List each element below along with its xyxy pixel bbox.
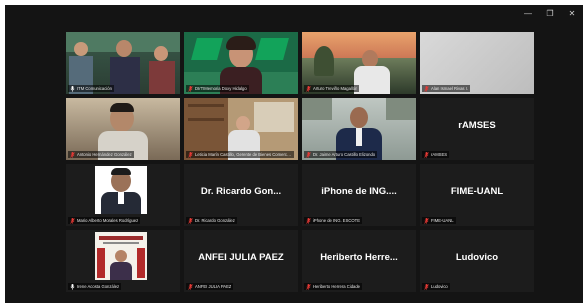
mic-muted-icon[interactable] — [424, 151, 429, 158]
participant-tile[interactable]: Ludovico Ludovico — [420, 230, 534, 292]
participant-name: Mario Alberto Morales Rodríguez — [77, 218, 139, 223]
participant-name: Irene Acosta González — [77, 284, 120, 289]
participant-tile[interactable]: FIME-UANL FIME-UANL — [420, 164, 534, 226]
mic-muted-icon[interactable] — [424, 85, 429, 92]
participant-tile[interactable]: Arturo Treviño Magallón — [302, 32, 416, 94]
participant-name-label: Mario Alberto Morales Rodríguez — [68, 217, 141, 224]
mic-muted-icon[interactable] — [188, 85, 193, 92]
participant-display-name: Heriberto Herre... — [320, 252, 398, 263]
participant-name: DIrTIMemoria Doxy Hidalgo — [195, 86, 247, 91]
participant-display-name: Dr. Ricardo Gon... — [200, 186, 282, 197]
participant-name-label: ANFEI JULIA PAEZ — [186, 283, 234, 290]
participant-name-label: ITM Comunicación — [68, 85, 114, 92]
participant-name-label: DIrTIMemoria Doxy Hidalgo — [186, 85, 249, 92]
mic-icon[interactable] — [70, 85, 75, 92]
mic-icon[interactable] — [70, 283, 75, 290]
participant-name-label: Dr. Jaime Arturo Castillo Elizondo — [304, 151, 378, 158]
participant-display-name: FIME-UANL — [450, 186, 504, 197]
mic-muted-icon[interactable] — [188, 151, 193, 158]
participant-tile[interactable]: Dr. Ricardo Gon... Dr. Ricardo González — [184, 164, 298, 226]
participant-display-name: Ludovico — [455, 252, 499, 263]
minimize-icon[interactable]: — — [523, 9, 533, 19]
mic-muted-icon[interactable] — [306, 85, 311, 92]
participant-name-label: iPhone de ING. ESCOTE — [304, 217, 363, 224]
participant-name-label: Leticia Marín Castillo, Gerente de Biene… — [186, 151, 294, 158]
participant-name-label: Arturo Treviño Magallón — [304, 85, 360, 92]
meeting-window: — ❐ ✕ ITM Comunicación DIrTIMemoria Doxy … — [5, 5, 583, 303]
participant-tile[interactable]: Dr. Jaime Arturo Castillo Elizondo — [302, 98, 416, 160]
mic-muted-icon[interactable] — [70, 151, 75, 158]
participant-name: FIME-UANL — [431, 218, 454, 223]
participant-name-label: Irene Acosta González — [68, 283, 122, 290]
participant-name: Heriberto Herrera Cidade — [313, 284, 361, 289]
participant-name: Dr. Jaime Arturo Castillo Elizondo — [313, 152, 376, 157]
participant-name: Ludovico — [431, 284, 448, 289]
participant-name: iPhone de ING. ESCOTE — [313, 218, 361, 223]
participant-tile[interactable]: Mario Alberto Morales Rodríguez — [66, 164, 180, 226]
window-controls: — ❐ ✕ — [523, 9, 577, 19]
participant-tile[interactable]: ANFEI JULIA PAEZ ANFEI JULIA PAEZ — [184, 230, 298, 292]
participant-name-label: Ludovico — [422, 283, 450, 290]
restore-icon[interactable]: ❐ — [545, 9, 555, 19]
participant-tile[interactable]: DIrTIMemoria Doxy Hidalgo — [184, 32, 298, 94]
participant-name-label: rAMSES — [422, 151, 450, 158]
participant-tile[interactable]: Heriberto Herre... Heriberto Herrera Cida… — [302, 230, 416, 292]
participant-display-name: ANFEI JULIA PAEZ — [198, 252, 284, 263]
mic-muted-icon[interactable] — [70, 217, 75, 224]
mic-muted-icon[interactable] — [424, 217, 429, 224]
participant-display-name: rAMSES — [458, 120, 496, 131]
participant-name: rAMSES — [431, 152, 448, 157]
mic-muted-icon[interactable] — [306, 151, 311, 158]
participant-name-label: Heriberto Herrera Cidade — [304, 283, 363, 290]
participant-tile[interactable]: Irene Acosta González — [66, 230, 180, 292]
participant-tile[interactable]: Leticia Marín Castillo, Gerente de Biene… — [184, 98, 298, 160]
participant-name-label: Antonio Hernández González — [68, 151, 134, 158]
participant-name: Leticia Marín Castillo, Gerente de Biene… — [195, 152, 292, 157]
participant-display-name: iPhone de ING.... — [321, 186, 397, 197]
participant-name: Antonio Hernández González — [77, 152, 132, 157]
participant-tile[interactable]: ITM Comunicación — [66, 32, 180, 94]
participant-tile[interactable]: Antonio Hernández González — [66, 98, 180, 160]
mic-muted-icon[interactable] — [188, 283, 193, 290]
participant-name: ITM Comunicación — [77, 86, 112, 91]
participant-name: Dr. Ricardo González — [195, 218, 235, 223]
participant-name: ANFEI JULIA PAEZ — [195, 284, 232, 289]
participant-tile[interactable]: iPhone de ING.... iPhone de ING. ESCOTE — [302, 164, 416, 226]
mic-muted-icon[interactable] — [306, 283, 311, 290]
participant-name: Arturo Treviño Magallón — [313, 86, 358, 91]
mic-muted-icon[interactable] — [306, 217, 311, 224]
participant-name-label: Alan Ismael Rivas I. — [422, 85, 471, 92]
participant-tile[interactable]: Alan Ismael Rivas I. — [420, 32, 534, 94]
participant-name-label: FIME-UANL — [422, 217, 456, 224]
participant-tile[interactable]: rAMSES rAMSES — [420, 98, 534, 160]
close-icon[interactable]: ✕ — [567, 9, 577, 19]
mic-muted-icon[interactable] — [188, 217, 193, 224]
mic-muted-icon[interactable] — [424, 283, 429, 290]
participant-name-label: Dr. Ricardo González — [186, 217, 237, 224]
participant-name: Alan Ismael Rivas I. — [431, 86, 469, 91]
